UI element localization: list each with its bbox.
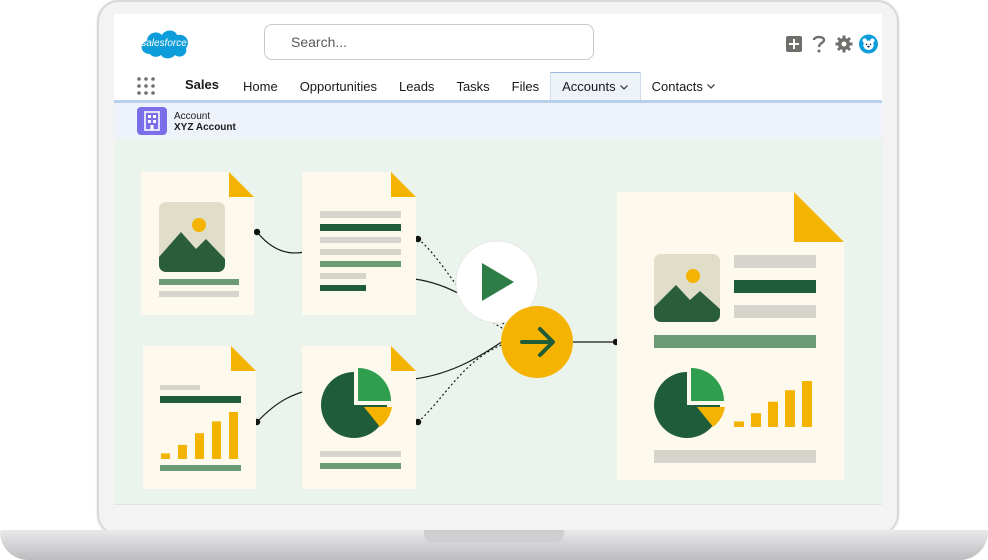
bear-avatar-icon[interactable] (859, 34, 878, 54)
gear-icon[interactable] (834, 35, 853, 54)
nav-tab-contacts[interactable]: Contacts (641, 72, 727, 100)
workflow-illustration (141, 172, 844, 489)
nav-tab-label: Contacts (651, 78, 703, 94)
app-name: Sales (185, 77, 219, 92)
bar (195, 433, 204, 459)
bar (734, 421, 744, 427)
app-window: salesforce Sales Home Opportunities Lead… (114, 14, 882, 516)
illustration-canvas (114, 139, 882, 504)
image-document-icon (141, 172, 254, 315)
logo-text: salesforce (141, 37, 187, 49)
nav-tab-tasks[interactable]: Tasks (445, 72, 500, 100)
report-document-icon (617, 192, 844, 480)
bar (178, 444, 187, 459)
bar (751, 413, 761, 427)
bar (212, 421, 221, 459)
record-name: XYZ Account (174, 122, 236, 133)
add-icon[interactable] (784, 35, 803, 54)
nav-tab-label: Leads (399, 78, 435, 94)
laptop-notch (424, 530, 564, 543)
chart-document-icon (143, 346, 256, 489)
nav-bar: Home Opportunities Leads Tasks Files Acc… (232, 72, 727, 100)
record-type-label: Account (174, 111, 211, 122)
building-icon (137, 107, 167, 135)
record-header: Account XYZ Account (114, 103, 882, 139)
search-input[interactable] (264, 24, 594, 60)
app-launcher-icon[interactable] (136, 76, 156, 96)
chevron-down-icon[interactable] (706, 81, 716, 91)
bar (229, 412, 238, 459)
chevron-down-icon[interactable] (619, 82, 629, 92)
bar (161, 453, 170, 459)
bar (785, 390, 795, 427)
nav-tab-accounts[interactable]: Accounts (550, 72, 641, 100)
arrow-right-icon (501, 306, 573, 378)
nav-tab-files[interactable]: Files (501, 72, 550, 100)
nav-tab-label: Files (511, 78, 540, 94)
nav-tab-label: Home (243, 78, 278, 94)
nav-tab-label: Tasks (456, 78, 490, 94)
nav-tab-leads[interactable]: Leads (388, 72, 445, 100)
pie-chart-document-icon (302, 346, 416, 489)
salesforce-logo[interactable]: salesforce (136, 24, 192, 62)
nav-tab-home[interactable]: Home (232, 72, 289, 100)
bar (768, 401, 778, 427)
screen-footer (114, 504, 882, 516)
utility-bar (784, 33, 878, 55)
nav-tab-label: Accounts (562, 79, 616, 94)
nav-tab-label: Opportunities (299, 78, 378, 94)
nav-tab-opportunities[interactable]: Opportunities (289, 72, 388, 100)
help-icon[interactable] (809, 35, 828, 54)
text-document-icon (302, 172, 416, 315)
bar (802, 381, 812, 427)
